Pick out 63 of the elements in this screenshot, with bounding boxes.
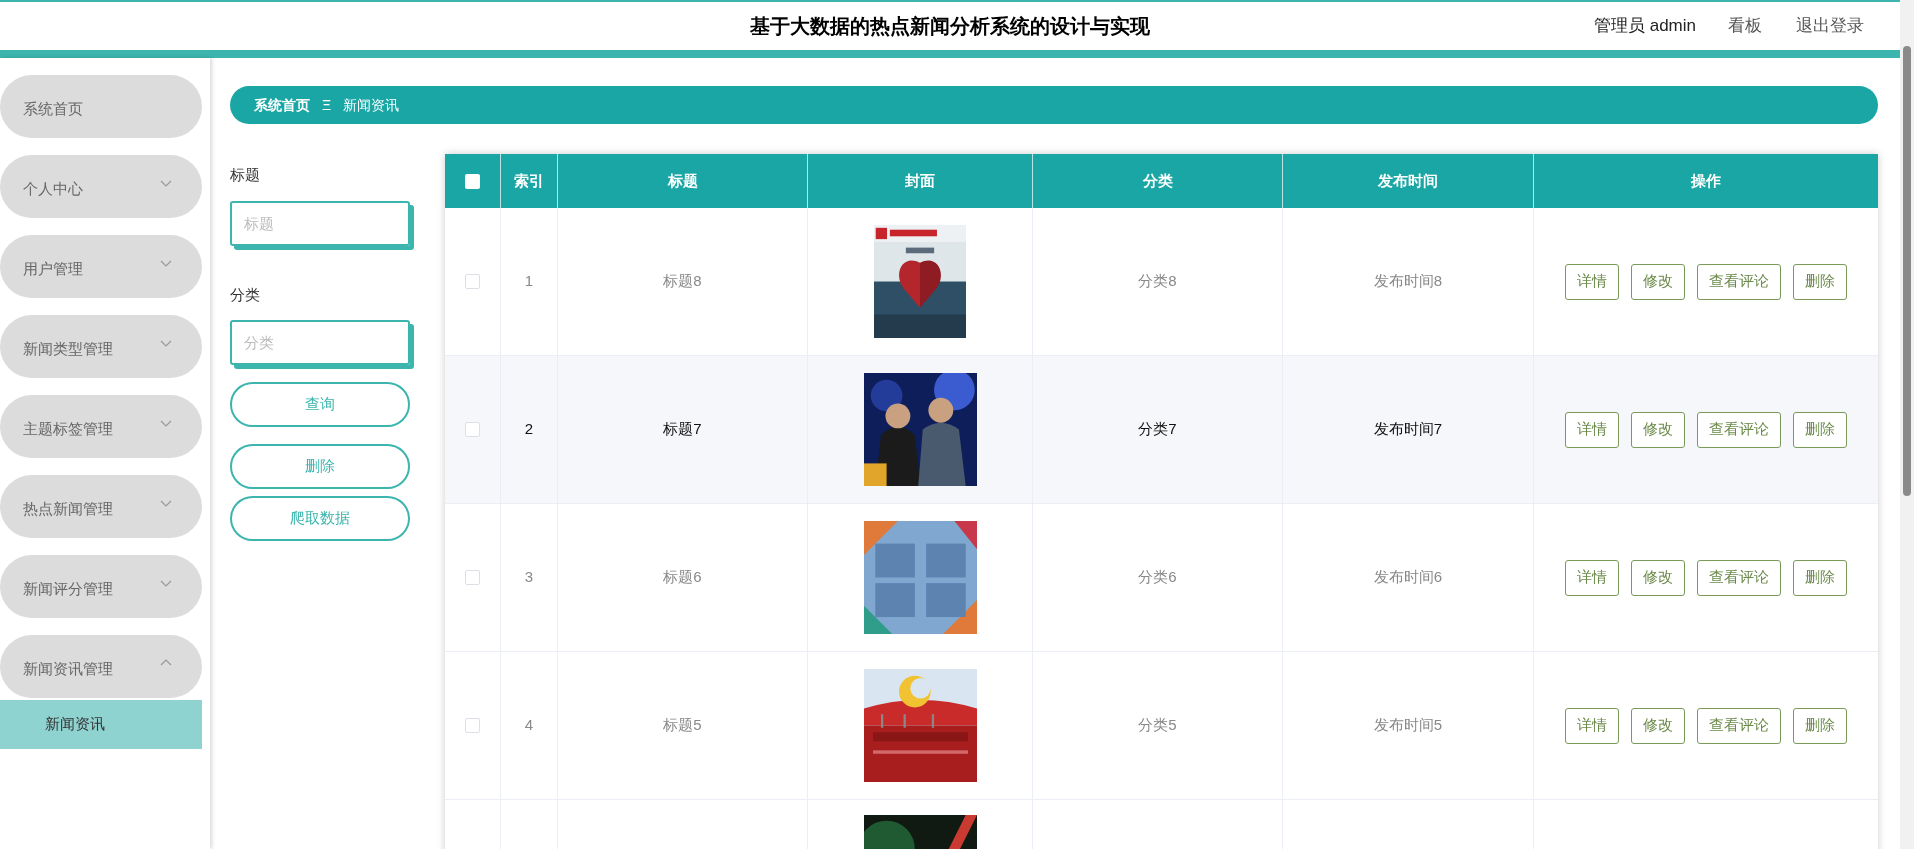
action-button[interactable]: 查看评论	[1697, 263, 1781, 300]
breadcrumb-link[interactable]: 系统首页	[254, 94, 310, 116]
app-title: 基于大数据的热点新闻分析系统的设计与实现	[750, 14, 1150, 39]
table-cell-text: 标题6	[663, 567, 702, 588]
sidebar-item[interactable]: 新闻资讯管理	[0, 635, 202, 698]
table-cell-text: 标题5	[663, 715, 702, 736]
table-row[interactable]: 4 标题5 分类5 发布时间5 详情 修改 查看评论 删除	[445, 652, 1878, 800]
action-button[interactable]: 删除	[1793, 411, 1847, 448]
sidebar-item[interactable]: 系统首页	[0, 75, 202, 138]
table-cell-text: 发布时间7	[1373, 419, 1443, 440]
checkbox[interactable]	[465, 570, 480, 585]
action-button[interactable]: 删除	[1793, 707, 1847, 744]
sidebar-item[interactable]: 热点新闻管理	[0, 475, 202, 538]
row-index: 2	[524, 419, 534, 440]
breadcrumb-link[interactable]: 新闻资讯	[343, 94, 400, 116]
breadcrumb-separator: Ξ	[322, 95, 332, 115]
sidebar-item[interactable]: 新闻评分管理	[0, 555, 202, 618]
filter-button[interactable]: 删除	[230, 444, 410, 489]
row-index: 4	[524, 715, 534, 736]
sidebar-item[interactable]: 主题标签管理	[0, 395, 202, 458]
sidebar-item[interactable]: 新闻类型管理	[0, 315, 202, 378]
checkbox[interactable]	[465, 274, 480, 289]
action-button[interactable]: 详情	[1565, 411, 1619, 448]
table-cell-text: 发布时间6	[1373, 567, 1443, 588]
action-button[interactable]: 详情	[1565, 263, 1619, 300]
action-button[interactable]: 查看评论	[1697, 707, 1781, 744]
action-button[interactable]: 修改	[1631, 707, 1685, 744]
table-row[interactable]: 1 标题8 分类8 发布时间8 详情 修改 查看评论 删除	[445, 208, 1878, 356]
action-button[interactable]: 修改	[1631, 263, 1685, 300]
action-button[interactable]: 修改	[1631, 411, 1685, 448]
checkbox[interactable]	[465, 173, 480, 189]
action-button[interactable]: 删除	[1793, 263, 1847, 300]
sidebar-item[interactable]: 个人中心	[0, 155, 202, 218]
header-link[interactable]: 退出登录	[1796, 13, 1864, 39]
action-button[interactable]: 查看评论	[1697, 559, 1781, 596]
table-cell-text: 分类8	[1138, 271, 1177, 292]
table-cell-text: 分类7	[1138, 419, 1177, 440]
table-cell-text: 标题8	[663, 271, 702, 292]
filter-button[interactable]: 查询	[230, 382, 410, 427]
table-cell-text: 标题7	[663, 419, 702, 440]
row-index: 1	[524, 271, 534, 292]
row-index: 3	[524, 567, 534, 588]
table-row[interactable]: 2 标题7 分类7 发布时间7 详情 修改 查看评论 删除	[445, 356, 1878, 504]
sidebar-item[interactable]: 用户管理	[0, 235, 202, 298]
sidebar-subitem[interactable]: 新闻资讯	[0, 700, 202, 749]
table-cell-text: 分类5	[1138, 715, 1177, 736]
action-button[interactable]: 详情	[1565, 559, 1619, 596]
checkbox[interactable]	[465, 718, 480, 733]
table-cell-text: 发布时间5	[1373, 715, 1443, 736]
checkbox[interactable]	[465, 422, 480, 437]
table-cell-text: 分类6	[1138, 567, 1177, 588]
user-label: 管理员 admin	[1593, 15, 1696, 38]
action-button[interactable]: 删除	[1793, 559, 1847, 596]
filter-button[interactable]: 爬取数据	[230, 496, 410, 541]
action-button[interactable]: 修改	[1631, 559, 1685, 596]
field-label: 标题	[230, 165, 261, 185]
table-cell-text: 发布时间8	[1373, 271, 1443, 292]
table-row[interactable]: 3 标题6 分类6 发布时间6 详情 修改 查看评论 删除	[445, 504, 1878, 652]
field-label: 分类	[230, 284, 261, 305]
action-button[interactable]: 查看评论	[1697, 411, 1781, 448]
header-link[interactable]: 看板	[1728, 13, 1762, 39]
action-button[interactable]: 详情	[1565, 707, 1619, 744]
column-header: 操作	[1690, 170, 1722, 191]
